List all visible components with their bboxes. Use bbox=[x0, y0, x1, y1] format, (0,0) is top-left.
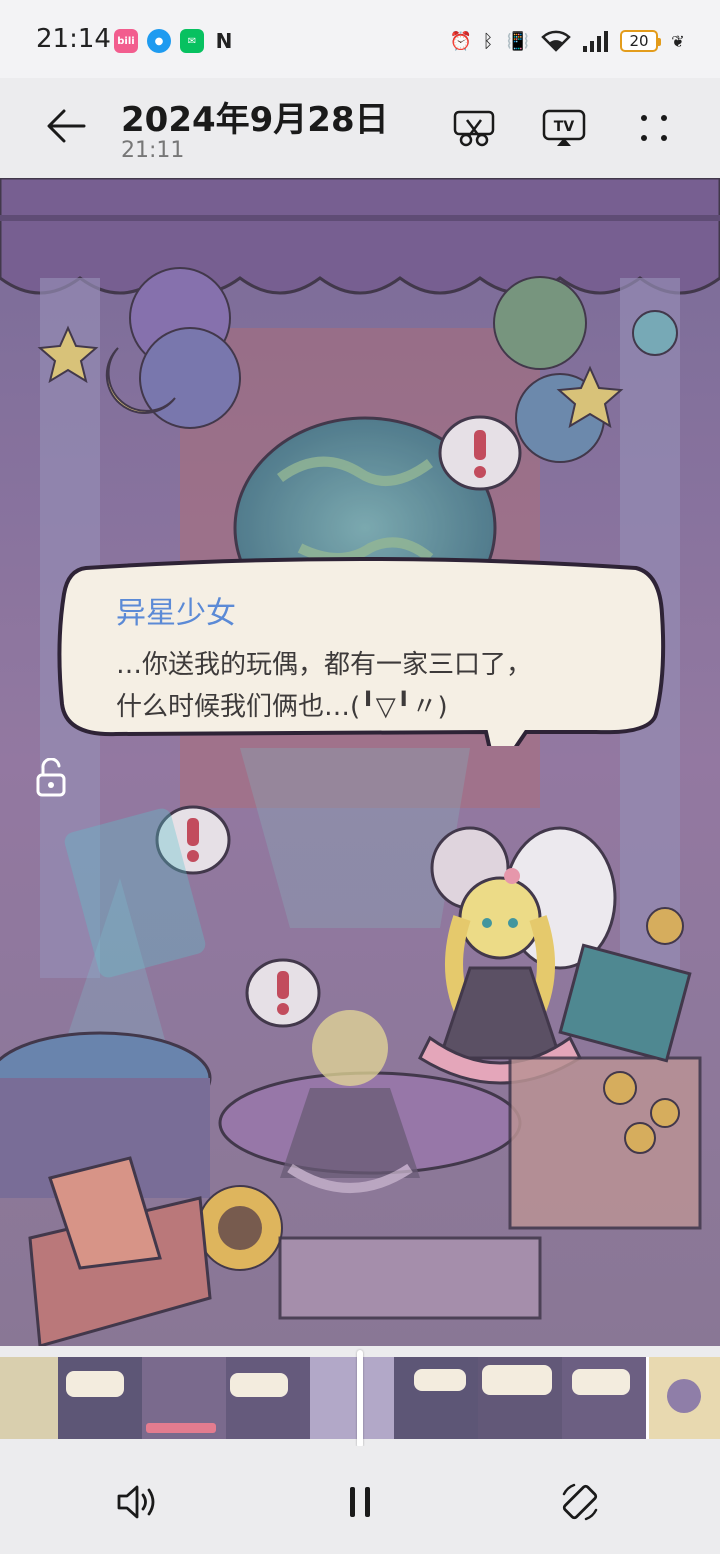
bilibili-icon: bili bbox=[114, 29, 138, 53]
wechat-icon: ✉ bbox=[180, 29, 204, 53]
filmstrip-frame bbox=[394, 1357, 478, 1439]
dialog-speaker: 异星少女 bbox=[116, 596, 236, 631]
timeline-playhead[interactable] bbox=[357, 1350, 363, 1448]
more-button[interactable] bbox=[630, 104, 678, 152]
wifi-icon bbox=[540, 28, 572, 54]
tv-label: TV bbox=[554, 119, 575, 135]
video-player[interactable]: 异星少女 …你送我的玩偶，都有一家三口了， 什么时候我们俩也…(╹▽╹〃) bbox=[0, 178, 720, 1346]
game-scene-image bbox=[0, 178, 720, 1346]
status-time: 21:14 bbox=[36, 24, 111, 54]
dialog-line-2: 什么时候我们俩也…(╹▽╹〃) bbox=[116, 692, 448, 722]
dialog-line-1: …你送我的玩偶，都有一家三口了， bbox=[116, 650, 533, 680]
playback-controls bbox=[0, 1446, 720, 1554]
edit-clip-button[interactable] bbox=[450, 104, 498, 152]
filmstrip-frame bbox=[142, 1357, 226, 1439]
page-subtitle: 21:11 bbox=[121, 138, 185, 163]
battery-icon: 20 bbox=[620, 30, 661, 52]
status-bar: 21:14 bili ● ✉ N ⏰ ᛒ 📳 20 ❦ bbox=[0, 0, 720, 78]
rotate-icon bbox=[562, 1483, 598, 1521]
filmstrip-frame bbox=[226, 1357, 310, 1439]
unlock-icon bbox=[36, 757, 66, 797]
top-bar: 2024年9月28日 21:11 TV bbox=[0, 78, 720, 178]
back-button[interactable] bbox=[44, 106, 88, 146]
nfc-icon: N bbox=[215, 29, 233, 53]
rotate-screen-button[interactable] bbox=[556, 1478, 604, 1526]
tv-cast-icon: TV bbox=[542, 109, 586, 146]
arrow-left-icon bbox=[47, 109, 86, 143]
filmstrip-frame bbox=[310, 1357, 394, 1439]
pause-icon bbox=[350, 1487, 370, 1517]
edit-clip-icon bbox=[453, 110, 495, 147]
alarm-icon: ⏰ bbox=[449, 30, 473, 52]
more-icon bbox=[641, 115, 667, 141]
tv-cast-button[interactable]: TV bbox=[540, 104, 588, 152]
message-icon: ● bbox=[147, 29, 171, 53]
screen-lock-button[interactable] bbox=[34, 757, 68, 798]
page-title: 2024年9月28日 bbox=[121, 100, 389, 140]
vibrate-icon: 📳 bbox=[506, 30, 530, 52]
filmstrip-frame bbox=[646, 1357, 720, 1439]
pause-button[interactable] bbox=[336, 1478, 384, 1526]
filmstrip-frame bbox=[0, 1357, 58, 1439]
filmstrip-frame bbox=[478, 1357, 562, 1439]
filmstrip-frame bbox=[58, 1357, 142, 1439]
volume-icon bbox=[117, 1485, 155, 1519]
volume-button[interactable] bbox=[114, 1478, 162, 1526]
filmstrip-frame bbox=[562, 1357, 646, 1439]
bluetooth-icon: ᛒ bbox=[482, 30, 494, 52]
leaf-icon: ❦ bbox=[671, 31, 685, 51]
signal-icon bbox=[580, 28, 612, 54]
